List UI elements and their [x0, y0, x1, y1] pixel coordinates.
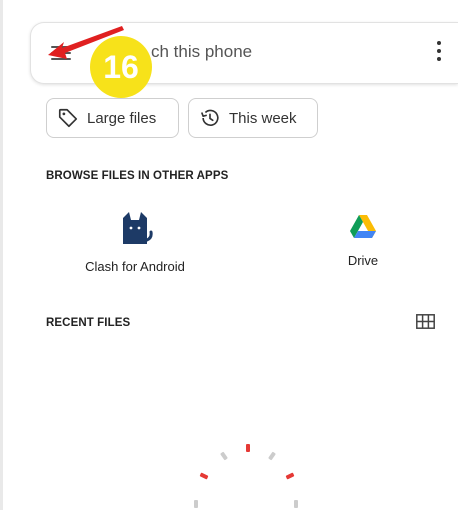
loading-spinner-icon	[194, 444, 298, 508]
chip-this-week-label: This week	[229, 109, 297, 127]
clash-cat-icon	[123, 212, 153, 244]
history-clock-icon	[200, 109, 219, 126]
left-edge-divider	[0, 0, 3, 510]
chip-large-files-label: Large files	[87, 109, 157, 127]
search-placeholder[interactable]: ch this phone	[151, 42, 252, 62]
app-tile-drive[interactable]: Drive	[320, 214, 406, 268]
google-drive-icon	[350, 215, 376, 238]
tag-icon	[58, 108, 78, 128]
app-tile-clash-for-android[interactable]: Clash for Android	[70, 210, 200, 274]
app-name-drive: Drive	[347, 253, 379, 268]
recent-section-title: RECENT FILES	[46, 317, 131, 329]
grid-view-icon[interactable]	[416, 314, 435, 329]
more-vert-icon[interactable]	[436, 41, 442, 65]
step-number-badge: 16	[90, 36, 152, 98]
chip-this-week[interactable]: This week	[188, 98, 318, 138]
chip-large-files[interactable]: Large files	[46, 98, 179, 138]
app-name-clash: Clash for Android	[85, 259, 185, 274]
browse-section-title: BROWSE FILES IN OTHER APPS	[46, 170, 229, 182]
